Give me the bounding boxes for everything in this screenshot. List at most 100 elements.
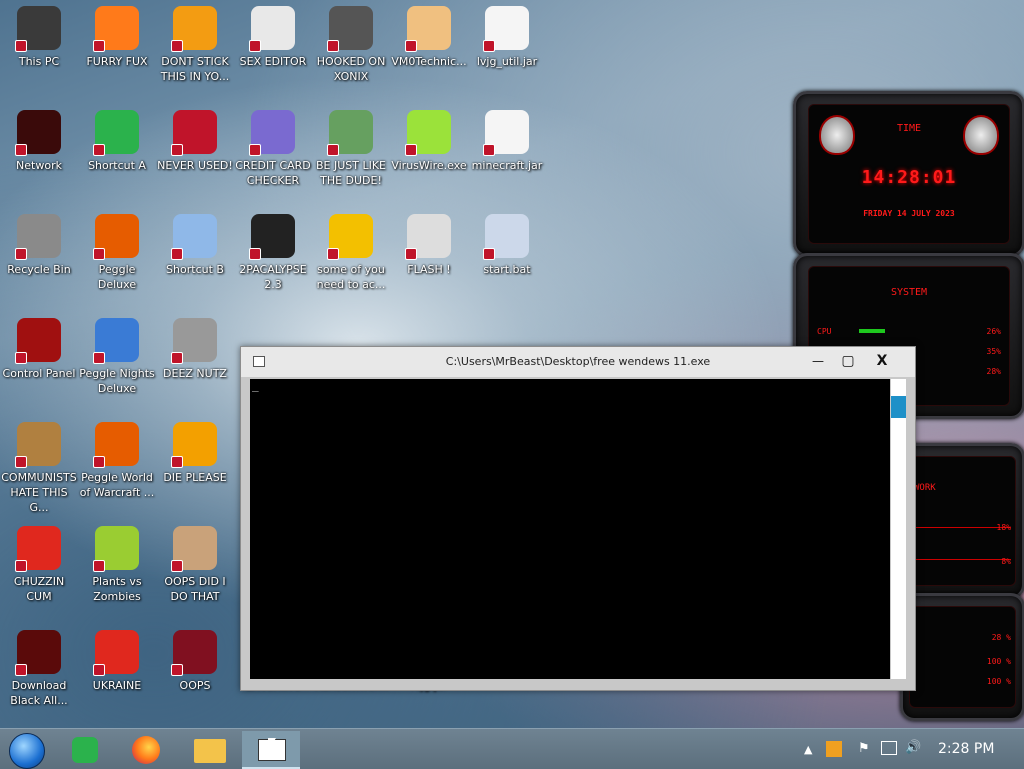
desktop-icon[interactable]: Download Black All...: [0, 630, 78, 708]
time-gadget[interactable]: TIME 14:28:01 FRIDAY 14 JULY 2023: [793, 91, 1024, 257]
desktop-icon[interactable]: Peggle Deluxe: [78, 214, 156, 292]
app-icon: [405, 214, 451, 260]
time-gadget-date: FRIDAY 14 JULY 2023: [863, 209, 955, 218]
desktop-icon[interactable]: OOPS: [156, 630, 234, 693]
desktop-icon[interactable]: DIE PLEASE: [156, 422, 234, 485]
desktop-icon[interactable]: Shortcut A: [78, 110, 156, 173]
close-button[interactable]: X: [867, 349, 897, 373]
minimize-button[interactable]: —: [803, 349, 833, 373]
volume-icon[interactable]: 🔊: [905, 740, 921, 755]
desktop-icon[interactable]: minecraft.jar: [468, 110, 546, 173]
desktop-icon[interactable]: UKRAINE: [78, 630, 156, 693]
app-icon: [171, 110, 217, 156]
app-icon: [93, 6, 139, 52]
notification-app-icon[interactable]: [826, 741, 842, 757]
taskbar-feedly-icon[interactable]: [62, 731, 110, 767]
desktop-icon[interactable]: Peggle World of Warcraft ...: [78, 422, 156, 500]
desktop-icon[interactable]: NEVER USED!: [156, 110, 234, 173]
app-icon: [405, 6, 451, 52]
app-icon: [93, 110, 139, 156]
app-icon: [15, 422, 61, 468]
app-icon: [15, 214, 61, 260]
shortcut-badge-icon: [171, 248, 183, 260]
shortcut-badge-icon: [483, 248, 495, 260]
shortcut-badge-icon: [15, 560, 27, 572]
desktop-icon[interactable]: DEEZ NUTZ: [156, 318, 234, 381]
extra-gadget[interactable]: 28 % 100 % 100 %: [900, 593, 1024, 721]
maximize-button[interactable]: ▢: [833, 349, 863, 373]
desktop-icon[interactable]: OOPS DID I DO THAT: [156, 526, 234, 604]
shortcut-badge-icon: [483, 144, 495, 156]
console-scrollbar[interactable]: [891, 379, 906, 679]
shortcut-badge-icon: [327, 40, 339, 52]
console-window[interactable]: C:\Users\MrBeast\Desktop\free wendews 11…: [240, 346, 916, 691]
app-icon: [483, 214, 529, 260]
cpu-bar: [859, 329, 885, 333]
shortcut-badge-icon: [93, 664, 105, 676]
app-icon: [327, 214, 373, 260]
taskbar-clock[interactable]: 2:28 PM: [938, 741, 994, 757]
desktop-icon[interactable]: some of you need to ac...: [312, 214, 390, 292]
shortcut-badge-icon: [405, 144, 417, 156]
cpu-value: 26%: [986, 327, 1001, 336]
desktop-icon[interactable]: Network: [0, 110, 78, 173]
desktop-icon[interactable]: FLASH !: [390, 214, 468, 277]
taskbar-file-explorer-icon[interactable]: [186, 731, 234, 767]
desktop-icon[interactable]: HOOKED ON XONIX: [312, 6, 390, 84]
show-hidden-icons-icon[interactable]: ▲: [804, 743, 812, 756]
app-icon: [15, 110, 61, 156]
desktop-icon-label: DEEZ NUTZ: [163, 367, 227, 380]
app-icon: [405, 110, 451, 156]
extra-value-c: 100 %: [986, 677, 1011, 686]
desktop-icon-label: DONT STICK THIS IN YO...: [160, 55, 230, 83]
shortcut-badge-icon: [93, 40, 105, 52]
desktop-icon-label: NEVER USED!: [157, 159, 233, 172]
desktop-icon[interactable]: This PC: [0, 6, 78, 69]
desktop-icon[interactable]: lvjg_util.jar: [468, 6, 546, 69]
action-center-flag-icon[interactable]: ⚑: [858, 741, 870, 756]
desktop-icon-label: FLASH !: [407, 263, 451, 276]
window-titlebar[interactable]: C:\Users\MrBeast\Desktop\free wendews 11…: [241, 347, 915, 377]
app-icon: [15, 318, 61, 364]
network-gadget[interactable]: WORK 18% 8%: [900, 443, 1024, 599]
console-output[interactable]: _: [250, 379, 890, 679]
desktop-icon-label: HOOKED ON XONIX: [316, 55, 386, 83]
desktop-icon[interactable]: Shortcut B: [156, 214, 234, 277]
desktop-icon[interactable]: Plants vs Zombies: [78, 526, 156, 604]
desktop-icon-label: 2PACALYPSE 2.3: [239, 263, 307, 291]
desktop-icon[interactable]: CHUZZIN CUM: [0, 526, 78, 604]
shortcut-badge-icon: [171, 40, 183, 52]
taskbar: ▲ ⚑ 🔊 2:28 PM: [0, 728, 1024, 769]
desktop-icon-label: Peggle Nights Deluxe: [79, 367, 155, 395]
desktop-icon[interactable]: CREDIT CARD CHECKER: [234, 110, 312, 188]
desktop-icon[interactable]: VirusWire.exe: [390, 110, 468, 173]
shortcut-badge-icon: [327, 144, 339, 156]
desktop-icon-label: lvjg_util.jar: [476, 55, 538, 68]
desktop-icon[interactable]: Recycle Bin: [0, 214, 78, 277]
desktop-icon[interactable]: FURRY FUX: [78, 6, 156, 69]
desktop-icon[interactable]: DONT STICK THIS IN YO...: [156, 6, 234, 84]
desktop-icon[interactable]: 2PACALYPSE 2.3: [234, 214, 312, 292]
desktop-icon[interactable]: start.bat: [468, 214, 546, 277]
desktop-icon[interactable]: VM0Technic...: [390, 6, 468, 69]
desktop-icon-label: UKRAINE: [92, 679, 142, 692]
desktop-icon[interactable]: BE JUST LIKE THE DUDE!: [312, 110, 390, 188]
shortcut-badge-icon: [405, 40, 417, 52]
extra-value-a: 28 %: [991, 633, 1011, 642]
desktop-icon-label: COMMUNISTS HATE THIS G...: [1, 471, 77, 514]
taskbar-firefox-icon[interactable]: [122, 731, 170, 767]
alien-head-icon: [819, 115, 855, 155]
shortcut-badge-icon: [171, 560, 183, 572]
start-orb-icon[interactable]: [4, 731, 52, 769]
desktop-icon[interactable]: Peggle Nights Deluxe: [78, 318, 156, 396]
scrollbar-thumb[interactable]: [891, 396, 906, 418]
desktop-icon[interactable]: COMMUNISTS HATE THIS G...: [0, 422, 78, 515]
shortcut-badge-icon: [249, 248, 261, 260]
network-status-icon[interactable]: [881, 741, 897, 755]
shortcut-badge-icon: [93, 248, 105, 260]
mem-value: 35%: [986, 347, 1001, 356]
desktop-icon[interactable]: SEX EDITOR: [234, 6, 312, 69]
desktop-icon-label: DIE PLEASE: [163, 471, 227, 484]
desktop-icon[interactable]: Control Panel: [0, 318, 78, 381]
desktop-icon-label: minecraft.jar: [471, 159, 543, 172]
